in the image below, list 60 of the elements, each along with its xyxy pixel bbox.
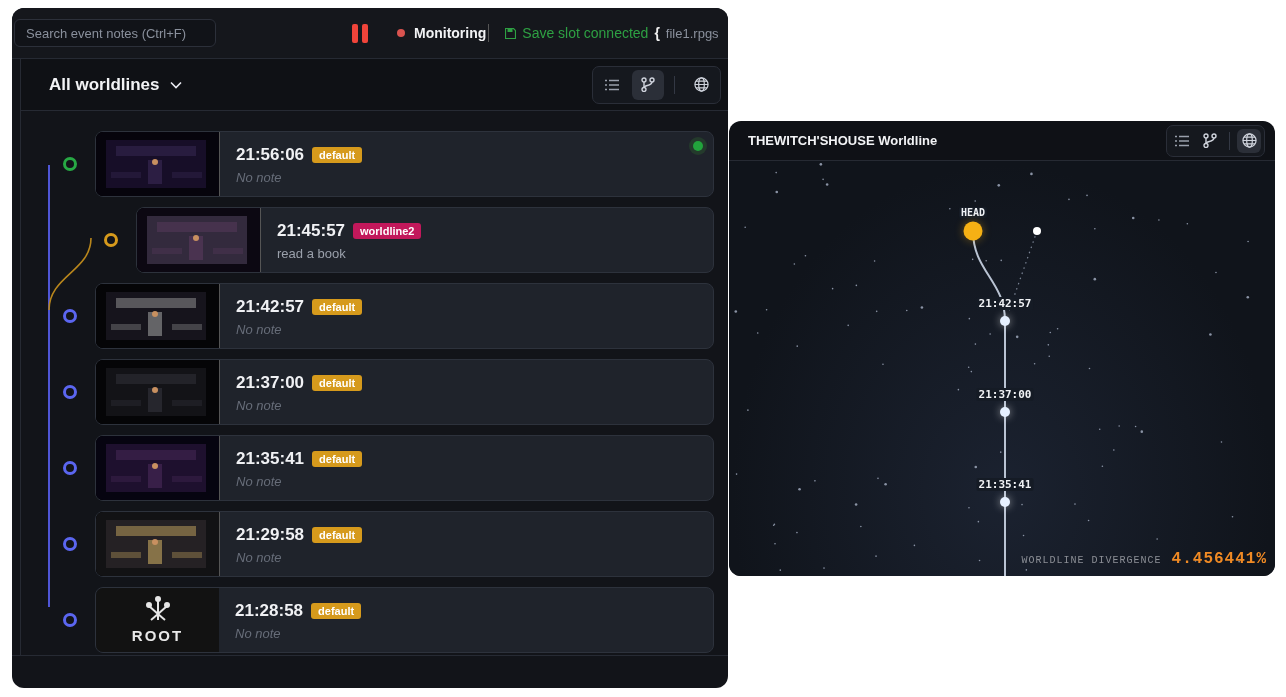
- worldline-node-icon[interactable]: [1000, 316, 1010, 326]
- note-placeholder: No note: [236, 322, 283, 337]
- monitoring-status: Monitoring: [414, 25, 487, 41]
- worldline-tag: default: [312, 527, 363, 543]
- snapshot-time: 21:28:58: [235, 601, 304, 621]
- root-icon: [144, 596, 171, 624]
- snapshot-time: 21:45:57: [277, 221, 346, 241]
- save-slot-status: Save slot connected: [522, 25, 649, 41]
- snapshot-time: 21:56:06: [236, 145, 305, 165]
- worldline-node-icon[interactable]: [1033, 227, 1041, 235]
- branch-icon: [1203, 133, 1217, 148]
- note-placeholder: No note: [236, 550, 283, 565]
- brace-icon: {: [654, 25, 660, 41]
- node-label: HEAD: [958, 207, 988, 218]
- list-icon: [1175, 134, 1189, 147]
- root-label: ROOT: [131, 627, 184, 644]
- list-icon: [605, 78, 619, 91]
- pause-button[interactable]: [352, 23, 368, 43]
- view-button[interactable]: [632, 69, 664, 100]
- note-placeholder: No note: [236, 398, 283, 413]
- snapshot-card[interactable]: 21:45:57 worldline2 read a book: [136, 207, 714, 273]
- snapshot-card[interactable]: 21:42:57 default No note: [95, 283, 714, 349]
- save-icon: [505, 27, 517, 39]
- globe-icon: [693, 77, 709, 92]
- worldline-tag: worldline2: [353, 223, 422, 239]
- worldline-node-icon[interactable]: [1000, 497, 1010, 507]
- panel-title: THEWITCH'SHOUSE Worldline: [748, 133, 938, 148]
- worldline-tag: default: [312, 451, 363, 467]
- note-placeholder: No note: [236, 474, 283, 489]
- worldline-dropdown[interactable]: All worldlines: [49, 74, 182, 95]
- node-label: 21:37:00: [976, 387, 1034, 401]
- worldline-tag: default: [312, 147, 363, 163]
- snapshot-card[interactable]: 21:35:41 default No note: [95, 435, 714, 501]
- globe-icon: [1241, 133, 1257, 148]
- note-placeholder: No note: [235, 626, 282, 641]
- node-label: 21:35:41: [976, 478, 1034, 491]
- worldline-tag: default: [312, 375, 363, 391]
- file-name: file1.rpgs: [665, 25, 719, 41]
- snapshot-card[interactable]: 21:29:58 default No note: [95, 511, 714, 577]
- recording-dot-icon: [397, 29, 405, 37]
- snapshot-note: read a book: [277, 246, 347, 261]
- search-field[interactable]: Search event notes (Ctrl+F): [14, 19, 216, 47]
- node-label: 21:42:57: [976, 297, 1034, 310]
- note-placeholder: No note: [236, 170, 283, 185]
- view-button[interactable]: [1237, 128, 1261, 153]
- worldline-node-icon[interactable]: [1000, 406, 1010, 417]
- snapshot-time: 21:42:57: [236, 297, 305, 317]
- worldline-node-icon[interactable]: [963, 221, 983, 241]
- snapshot-time: 21:35:41: [236, 449, 305, 469]
- divergence-value: 4.456441%: [1171, 550, 1267, 568]
- chevron-down-icon: [169, 80, 182, 89]
- snapshot-time: 21:29:58: [236, 525, 305, 545]
- worldline-tag: default: [312, 299, 363, 315]
- snapshot-card[interactable]: ROOT 21:28:58 default No note: [95, 587, 714, 653]
- snapshot-card[interactable]: 21:56:06 default No note: [95, 131, 714, 197]
- branch-icon: [641, 77, 655, 92]
- snapshot-card[interactable]: 21:37:00 default No note: [95, 359, 714, 425]
- snapshot-time: 21:37:00: [236, 373, 305, 393]
- divergence-label: WORLDLINE DIVERGENCE: [1021, 555, 1162, 566]
- worldline-tag: default: [311, 603, 362, 619]
